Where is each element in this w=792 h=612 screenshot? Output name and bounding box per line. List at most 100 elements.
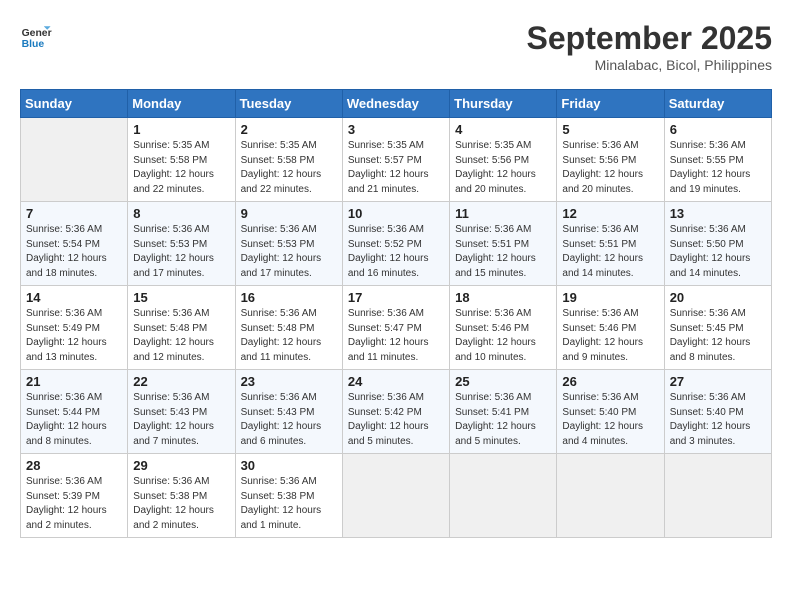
calendar-cell xyxy=(557,454,664,538)
day-info: Sunrise: 5:36 AMSunset: 5:48 PMDaylight:… xyxy=(133,307,229,365)
location-subtitle: Minalabac, Bicol, Philippines xyxy=(527,57,772,73)
title-area: September 2025 Minalabac, Bicol, Philipp… xyxy=(527,20,772,73)
calendar-cell: 27 Sunrise: 5:36 AMSunset: 5:40 PMDayligh… xyxy=(664,370,771,454)
calendar-cell: 24 Sunrise: 5:36 AMSunset: 5:42 PMDayligh… xyxy=(342,370,449,454)
day-info: Sunrise: 5:36 AMSunset: 5:43 PMDaylight:… xyxy=(241,391,337,449)
day-info: Sunrise: 5:36 AMSunset: 5:46 PMDaylight:… xyxy=(455,307,551,365)
day-number: 9 xyxy=(241,206,337,221)
day-number: 15 xyxy=(133,290,229,305)
day-number: 30 xyxy=(241,458,337,473)
calendar-table: SundayMondayTuesdayWednesdayThursdayFrid… xyxy=(20,89,772,538)
day-number: 29 xyxy=(133,458,229,473)
header-cell-saturday: Saturday xyxy=(664,90,771,118)
calendar-cell: 16 Sunrise: 5:36 AMSunset: 5:48 PMDayligh… xyxy=(235,286,342,370)
day-number: 21 xyxy=(26,374,122,389)
day-number: 20 xyxy=(670,290,766,305)
day-number: 24 xyxy=(348,374,444,389)
day-number: 14 xyxy=(26,290,122,305)
header-cell-thursday: Thursday xyxy=(450,90,557,118)
day-number: 27 xyxy=(670,374,766,389)
day-info: Sunrise: 5:36 AMSunset: 5:43 PMDaylight:… xyxy=(133,391,229,449)
day-number: 13 xyxy=(670,206,766,221)
calendar-cell: 1 Sunrise: 5:35 AMSunset: 5:58 PMDaylight… xyxy=(128,118,235,202)
svg-text:General: General xyxy=(22,28,52,39)
day-number: 6 xyxy=(670,122,766,137)
calendar-cell: 13Sunrise: 5:36 AMSunset: 5:50 PMDayligh… xyxy=(664,202,771,286)
calendar-cell: 8 Sunrise: 5:36 AMSunset: 5:53 PMDaylight… xyxy=(128,202,235,286)
day-info: Sunrise: 5:36 AMSunset: 5:49 PMDaylight:… xyxy=(26,307,122,365)
day-number: 17 xyxy=(348,290,444,305)
week-row-3: 14 Sunrise: 5:36 AMSunset: 5:49 PMDayligh… xyxy=(21,286,772,370)
day-number: 25 xyxy=(455,374,551,389)
day-number: 1 xyxy=(133,122,229,137)
day-number: 3 xyxy=(348,122,444,137)
week-row-5: 28 Sunrise: 5:36 AMSunset: 5:39 PMDayligh… xyxy=(21,454,772,538)
day-info: Sunrise: 5:36 AMSunset: 5:51 PMDaylight:… xyxy=(455,223,551,281)
day-info: Sunrise: 5:36 AMSunset: 5:44 PMDaylight:… xyxy=(26,391,122,449)
day-number: 10 xyxy=(348,206,444,221)
header-cell-monday: Monday xyxy=(128,90,235,118)
header-row: SundayMondayTuesdayWednesdayThursdayFrid… xyxy=(21,90,772,118)
day-info: Sunrise: 5:36 AMSunset: 5:48 PMDaylight:… xyxy=(241,307,337,365)
day-info: Sunrise: 5:36 AMSunset: 5:53 PMDaylight:… xyxy=(133,223,229,281)
header-cell-sunday: Sunday xyxy=(21,90,128,118)
calendar-cell: 25 Sunrise: 5:36 AMSunset: 5:41 PMDayligh… xyxy=(450,370,557,454)
calendar-cell: 6 Sunrise: 5:36 AMSunset: 5:55 PMDaylight… xyxy=(664,118,771,202)
day-info: Sunrise: 5:36 AMSunset: 5:42 PMDaylight:… xyxy=(348,391,444,449)
day-info: Sunrise: 5:36 AMSunset: 5:53 PMDaylight:… xyxy=(241,223,337,281)
header-cell-friday: Friday xyxy=(557,90,664,118)
calendar-cell: 9 Sunrise: 5:36 AMSunset: 5:53 PMDaylight… xyxy=(235,202,342,286)
calendar-cell: 29Sunrise: 5:36 AMSunset: 5:38 PMDayligh… xyxy=(128,454,235,538)
day-info: Sunrise: 5:36 AMSunset: 5:41 PMDaylight:… xyxy=(455,391,551,449)
day-number: 8 xyxy=(133,206,229,221)
day-number: 26 xyxy=(562,374,658,389)
day-info: Sunrise: 5:35 AMSunset: 5:58 PMDaylight:… xyxy=(133,139,229,197)
calendar-cell: 7Sunrise: 5:36 AMSunset: 5:54 PMDaylight… xyxy=(21,202,128,286)
day-info: Sunrise: 5:36 AMSunset: 5:55 PMDaylight:… xyxy=(670,139,766,197)
calendar-cell: 10 Sunrise: 5:36 AMSunset: 5:52 PMDayligh… xyxy=(342,202,449,286)
header-cell-wednesday: Wednesday xyxy=(342,90,449,118)
calendar-cell xyxy=(664,454,771,538)
day-number: 16 xyxy=(241,290,337,305)
svg-text:Blue: Blue xyxy=(22,39,45,50)
calendar-cell: 22 Sunrise: 5:36 AMSunset: 5:43 PMDayligh… xyxy=(128,370,235,454)
day-info: Sunrise: 5:36 AMSunset: 5:40 PMDaylight:… xyxy=(562,391,658,449)
day-number: 11 xyxy=(455,206,551,221)
day-info: Sunrise: 5:36 AMSunset: 5:40 PMDaylight:… xyxy=(670,391,766,449)
calendar-cell: 17 Sunrise: 5:36 AMSunset: 5:47 PMDayligh… xyxy=(342,286,449,370)
day-number: 19 xyxy=(562,290,658,305)
week-row-2: 7Sunrise: 5:36 AMSunset: 5:54 PMDaylight… xyxy=(21,202,772,286)
day-info: Sunrise: 5:36 AMSunset: 5:47 PMDaylight:… xyxy=(348,307,444,365)
day-number: 18 xyxy=(455,290,551,305)
calendar-cell: 28 Sunrise: 5:36 AMSunset: 5:39 PMDayligh… xyxy=(21,454,128,538)
day-info: Sunrise: 5:36 AMSunset: 5:39 PMDaylight:… xyxy=(26,475,122,533)
calendar-cell: 26 Sunrise: 5:36 AMSunset: 5:40 PMDayligh… xyxy=(557,370,664,454)
day-info: Sunrise: 5:35 AMSunset: 5:58 PMDaylight:… xyxy=(241,139,337,197)
week-row-1: 1 Sunrise: 5:35 AMSunset: 5:58 PMDaylight… xyxy=(21,118,772,202)
calendar-cell: 15 Sunrise: 5:36 AMSunset: 5:48 PMDayligh… xyxy=(128,286,235,370)
day-number: 12 xyxy=(562,206,658,221)
day-info: Sunrise: 5:36 AMSunset: 5:45 PMDaylight:… xyxy=(670,307,766,365)
day-info: Sunrise: 5:36 AMSunset: 5:46 PMDaylight:… xyxy=(562,307,658,365)
day-number: 5 xyxy=(562,122,658,137)
month-title: September 2025 xyxy=(527,20,772,57)
day-number: 7 xyxy=(26,206,122,221)
calendar-cell: 30Sunrise: 5:36 AMSunset: 5:38 PMDayligh… xyxy=(235,454,342,538)
day-info: Sunrise: 5:36 AMSunset: 5:51 PMDaylight:… xyxy=(562,223,658,281)
calendar-cell: 12 Sunrise: 5:36 AMSunset: 5:51 PMDayligh… xyxy=(557,202,664,286)
day-info: Sunrise: 5:35 AMSunset: 5:56 PMDaylight:… xyxy=(455,139,551,197)
day-number: 22 xyxy=(133,374,229,389)
calendar-cell xyxy=(21,118,128,202)
header-cell-tuesday: Tuesday xyxy=(235,90,342,118)
calendar-cell: 5 Sunrise: 5:36 AMSunset: 5:56 PMDaylight… xyxy=(557,118,664,202)
day-number: 28 xyxy=(26,458,122,473)
day-number: 23 xyxy=(241,374,337,389)
calendar-cell xyxy=(342,454,449,538)
day-number: 2 xyxy=(241,122,337,137)
day-info: Sunrise: 5:36 AMSunset: 5:56 PMDaylight:… xyxy=(562,139,658,197)
header: General Blue General Blue September 2025… xyxy=(20,20,772,73)
day-info: Sunrise: 5:36 AMSunset: 5:52 PMDaylight:… xyxy=(348,223,444,281)
calendar-cell: 19 Sunrise: 5:36 AMSunset: 5:46 PMDayligh… xyxy=(557,286,664,370)
calendar-cell: 3Sunrise: 5:35 AMSunset: 5:57 PMDaylight… xyxy=(342,118,449,202)
calendar-cell: 21 Sunrise: 5:36 AMSunset: 5:44 PMDayligh… xyxy=(21,370,128,454)
